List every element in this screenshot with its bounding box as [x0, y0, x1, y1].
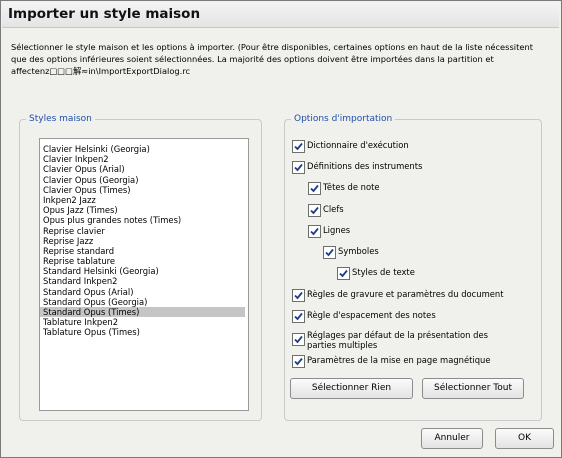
checkmark-icon: [310, 227, 319, 236]
description-text: Sélectionner le style maison et les opti…: [11, 42, 533, 76]
option-multiple-parts-layout[interactable]: Réglages par défaut de la présentation d…: [292, 330, 522, 350]
option-label: Règle d'espacement des notes: [307, 310, 436, 320]
dialog-title: Importer un style maison: [8, 6, 201, 22]
style-list-item[interactable]: Clavier Opus (Arial): [40, 164, 245, 174]
select-none-button[interactable]: Sélectionner Rien: [290, 378, 413, 399]
checkbox[interactable]: [292, 333, 305, 346]
house-styles-listbox[interactable]: Clavier Helsinki (Georgia) Clavier Inkpe…: [39, 138, 249, 411]
option-label: Clefs: [323, 204, 344, 214]
cancel-button[interactable]: Annuler: [421, 428, 483, 449]
option-label: Lignes: [323, 225, 351, 235]
style-list-item[interactable]: Clavier Opus (Times): [40, 185, 245, 195]
checkbox[interactable]: [337, 267, 350, 280]
checkmark-icon: [325, 248, 334, 257]
checkmark-icon: [294, 142, 303, 151]
style-list-item[interactable]: Clavier Helsinki (Georgia): [40, 144, 245, 154]
option-label: Dictionnaire d'exécution: [307, 140, 409, 150]
checkbox[interactable]: [292, 140, 305, 153]
style-list-item[interactable]: Reprise Jazz: [40, 236, 245, 246]
select-all-button[interactable]: Sélectionner Tout: [422, 378, 524, 399]
checkbox[interactable]: [308, 182, 321, 195]
checkmark-icon: [339, 269, 348, 278]
option-label: Têtes de note: [323, 182, 380, 192]
checkbox[interactable]: [308, 204, 321, 217]
checkbox[interactable]: [292, 355, 305, 368]
checkbox[interactable]: [292, 161, 305, 174]
style-list-item[interactable]: Opus plus grandes notes (Times): [40, 215, 245, 225]
style-list-item[interactable]: Clavier Inkpen2: [40, 154, 245, 164]
checkmark-icon: [294, 291, 303, 300]
checkmark-icon: [310, 184, 319, 193]
house-styles-legend: Styles maison: [26, 113, 95, 125]
style-list-item[interactable]: Tablature Opus (Times): [40, 327, 245, 337]
checkbox[interactable]: [292, 289, 305, 302]
style-list-item[interactable]: Standard Inkpen2: [40, 276, 245, 286]
option-label: Symboles: [338, 246, 379, 256]
style-list-item[interactable]: Standard Opus (Georgia): [40, 297, 245, 307]
option-label: Règles de gravure et paramètres du docum…: [307, 289, 504, 299]
style-list-item[interactable]: Opus Jazz (Times): [40, 205, 245, 215]
style-list-item[interactable]: Tablature Inkpen2: [40, 317, 245, 327]
house-styles-items: Clavier Helsinki (Georgia) Clavier Inkpe…: [40, 144, 248, 338]
checkbox[interactable]: [323, 246, 336, 259]
option-label: Paramètres de la mise en page magnétique: [307, 355, 491, 365]
option-label: Styles de texte: [352, 267, 415, 277]
title-bar[interactable]: Importer un style maison: [2, 2, 559, 28]
import-options-legend: Options d'importation: [291, 113, 396, 125]
style-list-item[interactable]: Standard Helsinki (Georgia): [40, 266, 245, 276]
checkbox[interactable]: [292, 310, 305, 323]
style-list-item[interactable]: Reprise tablature: [40, 256, 245, 266]
option-label: Définitions des instruments: [307, 161, 423, 171]
ok-button[interactable]: OK: [495, 428, 554, 449]
style-list-item-selected[interactable]: Standard Opus (Times): [40, 307, 245, 318]
import-house-style-dialog: Importer un style maison Sélectionner le…: [0, 0, 562, 458]
checkmark-icon: [294, 335, 303, 344]
checkbox[interactable]: [308, 225, 321, 238]
style-list-item[interactable]: Standard Opus (Arial): [40, 287, 245, 297]
style-list-item[interactable]: Inkpen2 Jazz: [40, 195, 245, 205]
checkmark-icon: [294, 163, 303, 172]
style-list-item[interactable]: Clavier Opus (Georgia): [40, 175, 245, 185]
checkmark-icon: [294, 357, 303, 366]
style-list-item[interactable]: Reprise standard: [40, 246, 245, 256]
style-list-item[interactable]: Reprise clavier: [40, 226, 245, 236]
checkmark-icon: [310, 206, 319, 215]
option-label: Réglages par défaut de la présentation d…: [307, 330, 488, 350]
checkmark-icon: [294, 312, 303, 321]
